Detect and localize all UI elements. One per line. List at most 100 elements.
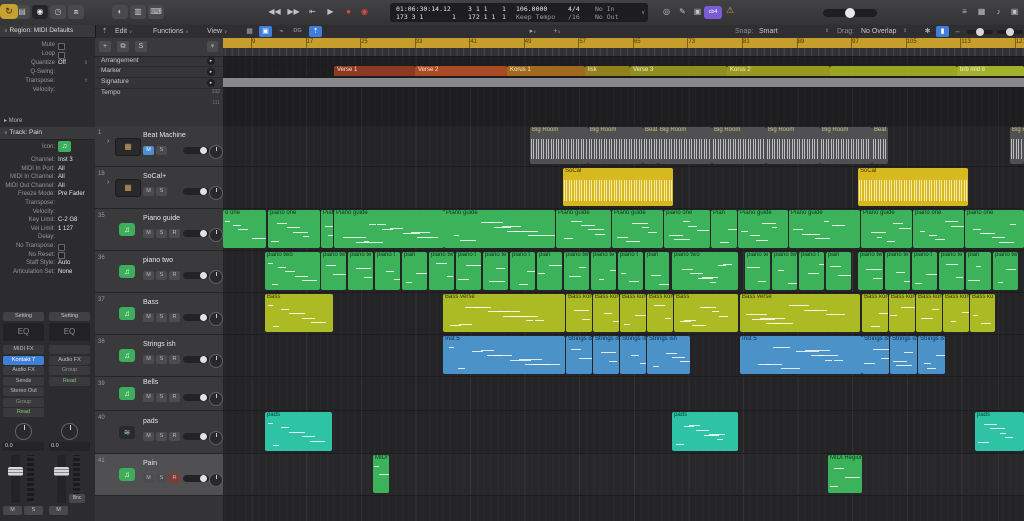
- track-lane-pads[interactable]: pads pads pads: [223, 411, 1024, 454]
- region[interactable]: piano te: [348, 252, 373, 290]
- region[interactable]: Bass verse: [443, 294, 565, 332]
- region[interactable]: Big Room: [658, 127, 712, 164]
- rewind-button[interactable]: ◀◀: [266, 5, 283, 19]
- track-volume-slider[interactable]: [183, 432, 209, 440]
- track-mute-button[interactable]: M: [143, 145, 154, 155]
- track-lane-bass[interactable]: BassBass verseBass korusBass korusBass k…: [223, 293, 1024, 335]
- strip-slot[interactable]: Read: [3, 408, 44, 417]
- warning-icon[interactable]: ⚠: [726, 5, 734, 16]
- tempo-lane[interactable]: [223, 88, 1024, 126]
- track-pan-knob[interactable]: [209, 312, 223, 326]
- track-mute-button[interactable]: M: [143, 393, 154, 402]
- region[interactable]: Strings ish: [620, 336, 646, 374]
- view-menu[interactable]: View ∨: [207, 25, 227, 38]
- region[interactable]: SoCal: [858, 168, 968, 206]
- region[interactable]: pads: [265, 412, 332, 451]
- region[interactable]: piano t: [618, 252, 643, 290]
- region[interactable]: pian: [966, 252, 991, 290]
- marker-region[interactable]: Korus 1: [507, 66, 585, 76]
- track-header-bells[interactable]: 39 ♫ Bells M S R: [95, 377, 223, 411]
- region[interactable]: piano one: [913, 210, 964, 248]
- track-volume-knob[interactable]: [200, 432, 207, 440]
- midi-note-icon[interactable]: ♫: [119, 387, 135, 400]
- horizontal-zoom-slider[interactable]: [967, 28, 993, 36]
- region-param-stepper-icon[interactable]: ⇕: [84, 59, 88, 67]
- snap-menu[interactable]: Smart: [759, 25, 778, 38]
- region[interactable]: Bass korus: [620, 294, 646, 332]
- track-record-button[interactable]: R: [169, 313, 180, 322]
- duplicate-track-button[interactable]: ⧉: [117, 41, 129, 52]
- track-lane-socal-[interactable]: SoCal SoCal: [223, 167, 1024, 209]
- strip-slot[interactable]: Group: [3, 397, 44, 407]
- marker-region[interactable]: [830, 66, 957, 76]
- strip-mute-button[interactable]: M: [49, 506, 68, 515]
- dg-icon[interactable]: DG: [291, 26, 304, 37]
- track-solo-button[interactable]: S: [156, 474, 167, 483]
- track-volume-knob[interactable]: [200, 475, 207, 482]
- go-to-begin-button[interactable]: ⇤: [304, 5, 321, 19]
- marker-region[interactable]: Verse 1: [334, 66, 415, 76]
- region[interactable]: piano te: [745, 252, 770, 290]
- region[interactable]: piano tw: [993, 252, 1018, 290]
- region[interactable]: pads: [672, 412, 738, 451]
- track-solo-button[interactable]: S: [156, 313, 167, 322]
- track-icon[interactable]: ♫: [58, 141, 71, 152]
- strip-pan-knob[interactable]: [61, 423, 78, 440]
- region[interactable]: Big Room: [712, 127, 766, 164]
- disclosure-triangle-icon[interactable]: ›: [107, 179, 109, 186]
- region-param-checkbox[interactable]: [58, 42, 65, 50]
- track-header-pain[interactable]: 41 ♫ Pain M S R: [95, 454, 223, 496]
- region[interactable]: Strings ish: [593, 336, 619, 374]
- track-lane-pain[interactable]: MIDI MIDI Region: [223, 454, 1024, 496]
- mixer-icon[interactable]: ▥: [130, 5, 146, 19]
- marker-region[interactable]: Korus 2: [727, 66, 830, 76]
- note-pads-icon[interactable]: ♪: [990, 5, 1007, 19]
- midi-note-icon[interactable]: ♫: [119, 265, 135, 278]
- region[interactable]: piano two: [672, 252, 738, 290]
- region[interactable]: piano tw: [321, 252, 346, 290]
- track-pan-knob[interactable]: [209, 186, 223, 200]
- track-header-socal-[interactable]: 18 › ▦ SoCal+ M S: [95, 167, 223, 209]
- record-button[interactable]: ●: [340, 5, 357, 19]
- track-record-button[interactable]: R: [169, 229, 180, 238]
- waveform-zoom-icon[interactable]: ✱: [921, 26, 934, 37]
- region[interactable]: Bass korus: [862, 294, 888, 332]
- region[interactable]: Strings ish: [890, 336, 917, 374]
- track-mute-button[interactable]: M: [143, 229, 154, 238]
- region[interactable]: Strings ish: [862, 336, 889, 374]
- region-param-checkbox[interactable]: [58, 51, 65, 59]
- snap-stepper-icon[interactable]: ⇕: [825, 25, 829, 38]
- region[interactable]: Bass korus: [889, 294, 915, 332]
- drag-menu[interactable]: No Overlap: [861, 25, 896, 38]
- marker-region[interactable]: Verse 2: [415, 66, 507, 76]
- global-tracks-toggle-icon[interactable]: ▾: [207, 41, 218, 52]
- arrangement-lane[interactable]: [223, 56, 1024, 66]
- region[interactable]: pian: [826, 252, 851, 290]
- track-pan-knob[interactable]: [209, 430, 223, 445]
- global-header-zoom-button[interactable]: ▸: [207, 67, 215, 76]
- region[interactable]: Bass korus: [916, 294, 942, 332]
- region[interactable]: piano t: [510, 252, 535, 290]
- region[interactable]: MIDI: [373, 455, 389, 493]
- track-param-checkbox[interactable]: [58, 243, 65, 251]
- signature-lane[interactable]: [223, 77, 1024, 88]
- track-record-button[interactable]: R: [169, 355, 180, 364]
- region[interactable]: piano tw: [858, 252, 883, 290]
- cycle-button[interactable]: ↻: [0, 4, 18, 19]
- region[interactable]: piano two: [265, 252, 320, 290]
- region[interactable]: Bass korus: [647, 294, 673, 332]
- track-header-piano-guide[interactable]: 35 ♫ Piano guide M S R: [95, 209, 223, 251]
- edit-menu[interactable]: Edit ∨: [115, 25, 132, 38]
- track-mute-button[interactable]: M: [143, 313, 154, 322]
- region[interactable]: Strings ish: [647, 336, 690, 374]
- region[interactable]: Big Room: [820, 127, 872, 164]
- region[interactable]: Piano guide: [738, 210, 788, 248]
- track-volume-knob[interactable]: [200, 356, 207, 363]
- region[interactable]: Big R: [1010, 127, 1024, 164]
- smart-controls-icon[interactable]: ◐: [112, 5, 128, 19]
- track-volume-knob[interactable]: [200, 394, 207, 401]
- toolbar-toggle-icon[interactable]: ⧈: [68, 5, 84, 19]
- drum-machine-icon[interactable]: ▦: [115, 137, 141, 156]
- region[interactable]: MIDI Region: [828, 455, 862, 493]
- midi-note-icon[interactable]: ♫: [119, 223, 135, 236]
